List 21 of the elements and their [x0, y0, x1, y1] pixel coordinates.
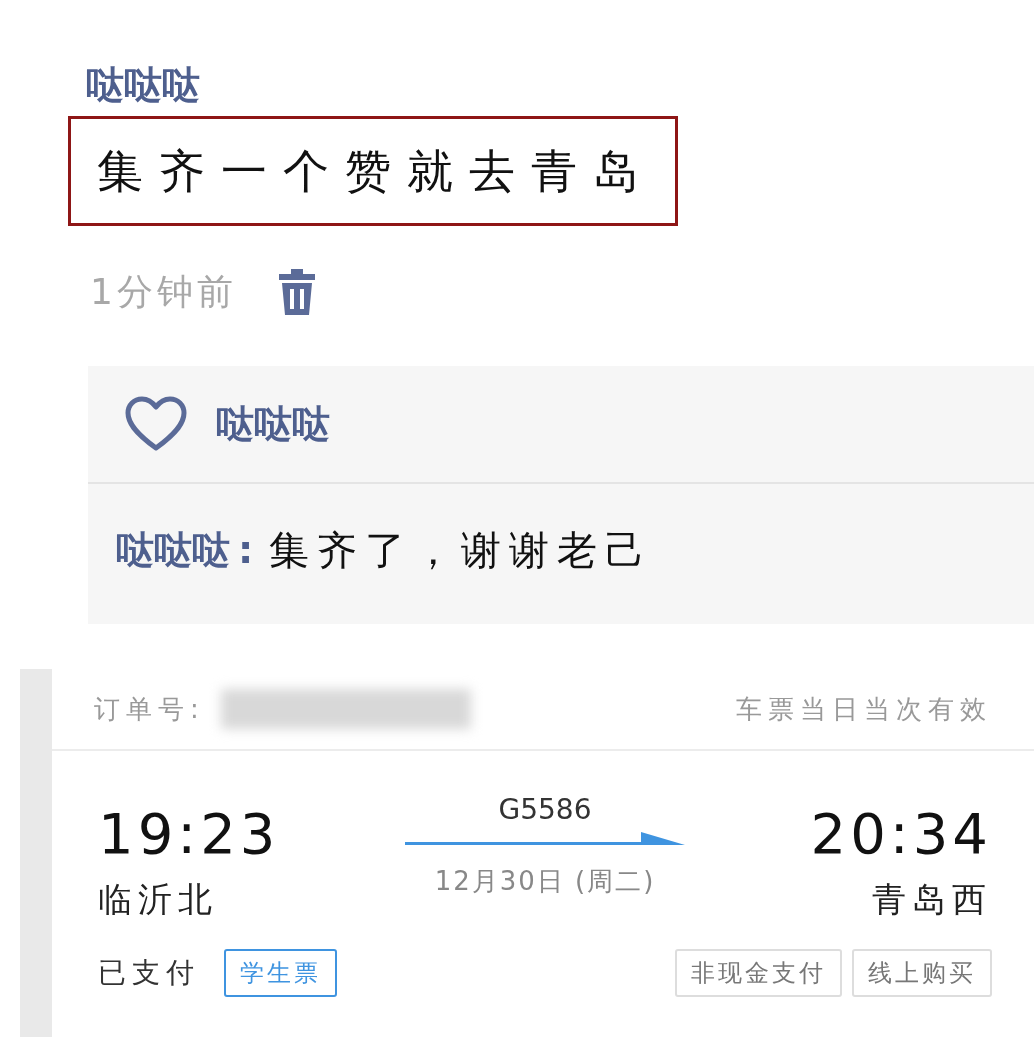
comment-text: 集齐了，谢谢老己 [269, 525, 654, 575]
departure-station: 临沂北 [98, 878, 218, 921]
liker-name[interactable]: 哒哒哒 [216, 398, 330, 450]
author-name[interactable]: 哒哒哒 [86, 60, 1034, 110]
delete-icon[interactable] [276, 267, 317, 317]
comment-author[interactable]: 哒哒哒 [116, 524, 230, 576]
post-time: 1分钟前 [90, 269, 237, 314]
comment-colon: : [238, 528, 254, 572]
departure-time: 19:23 [98, 801, 280, 866]
info-tag: 非现金支付 [675, 949, 842, 997]
post-text: 集齐一个赞就去青岛 [68, 116, 678, 226]
heart-icon[interactable] [124, 396, 188, 452]
travel-date: 12月30日 (周二) [434, 865, 656, 898]
arrival-time: 20:34 [810, 801, 992, 866]
train-number: G5586 [498, 793, 592, 826]
order-label: 订单号: [94, 692, 205, 726]
info-tag: 线上购买 [852, 949, 992, 997]
arrival-station: 青岛西 [872, 878, 992, 921]
validity-note: 车票当日当次有效 [736, 692, 992, 726]
payment-status: 已支付 [98, 955, 200, 991]
ticket-type-tag: 学生票 [224, 949, 337, 997]
